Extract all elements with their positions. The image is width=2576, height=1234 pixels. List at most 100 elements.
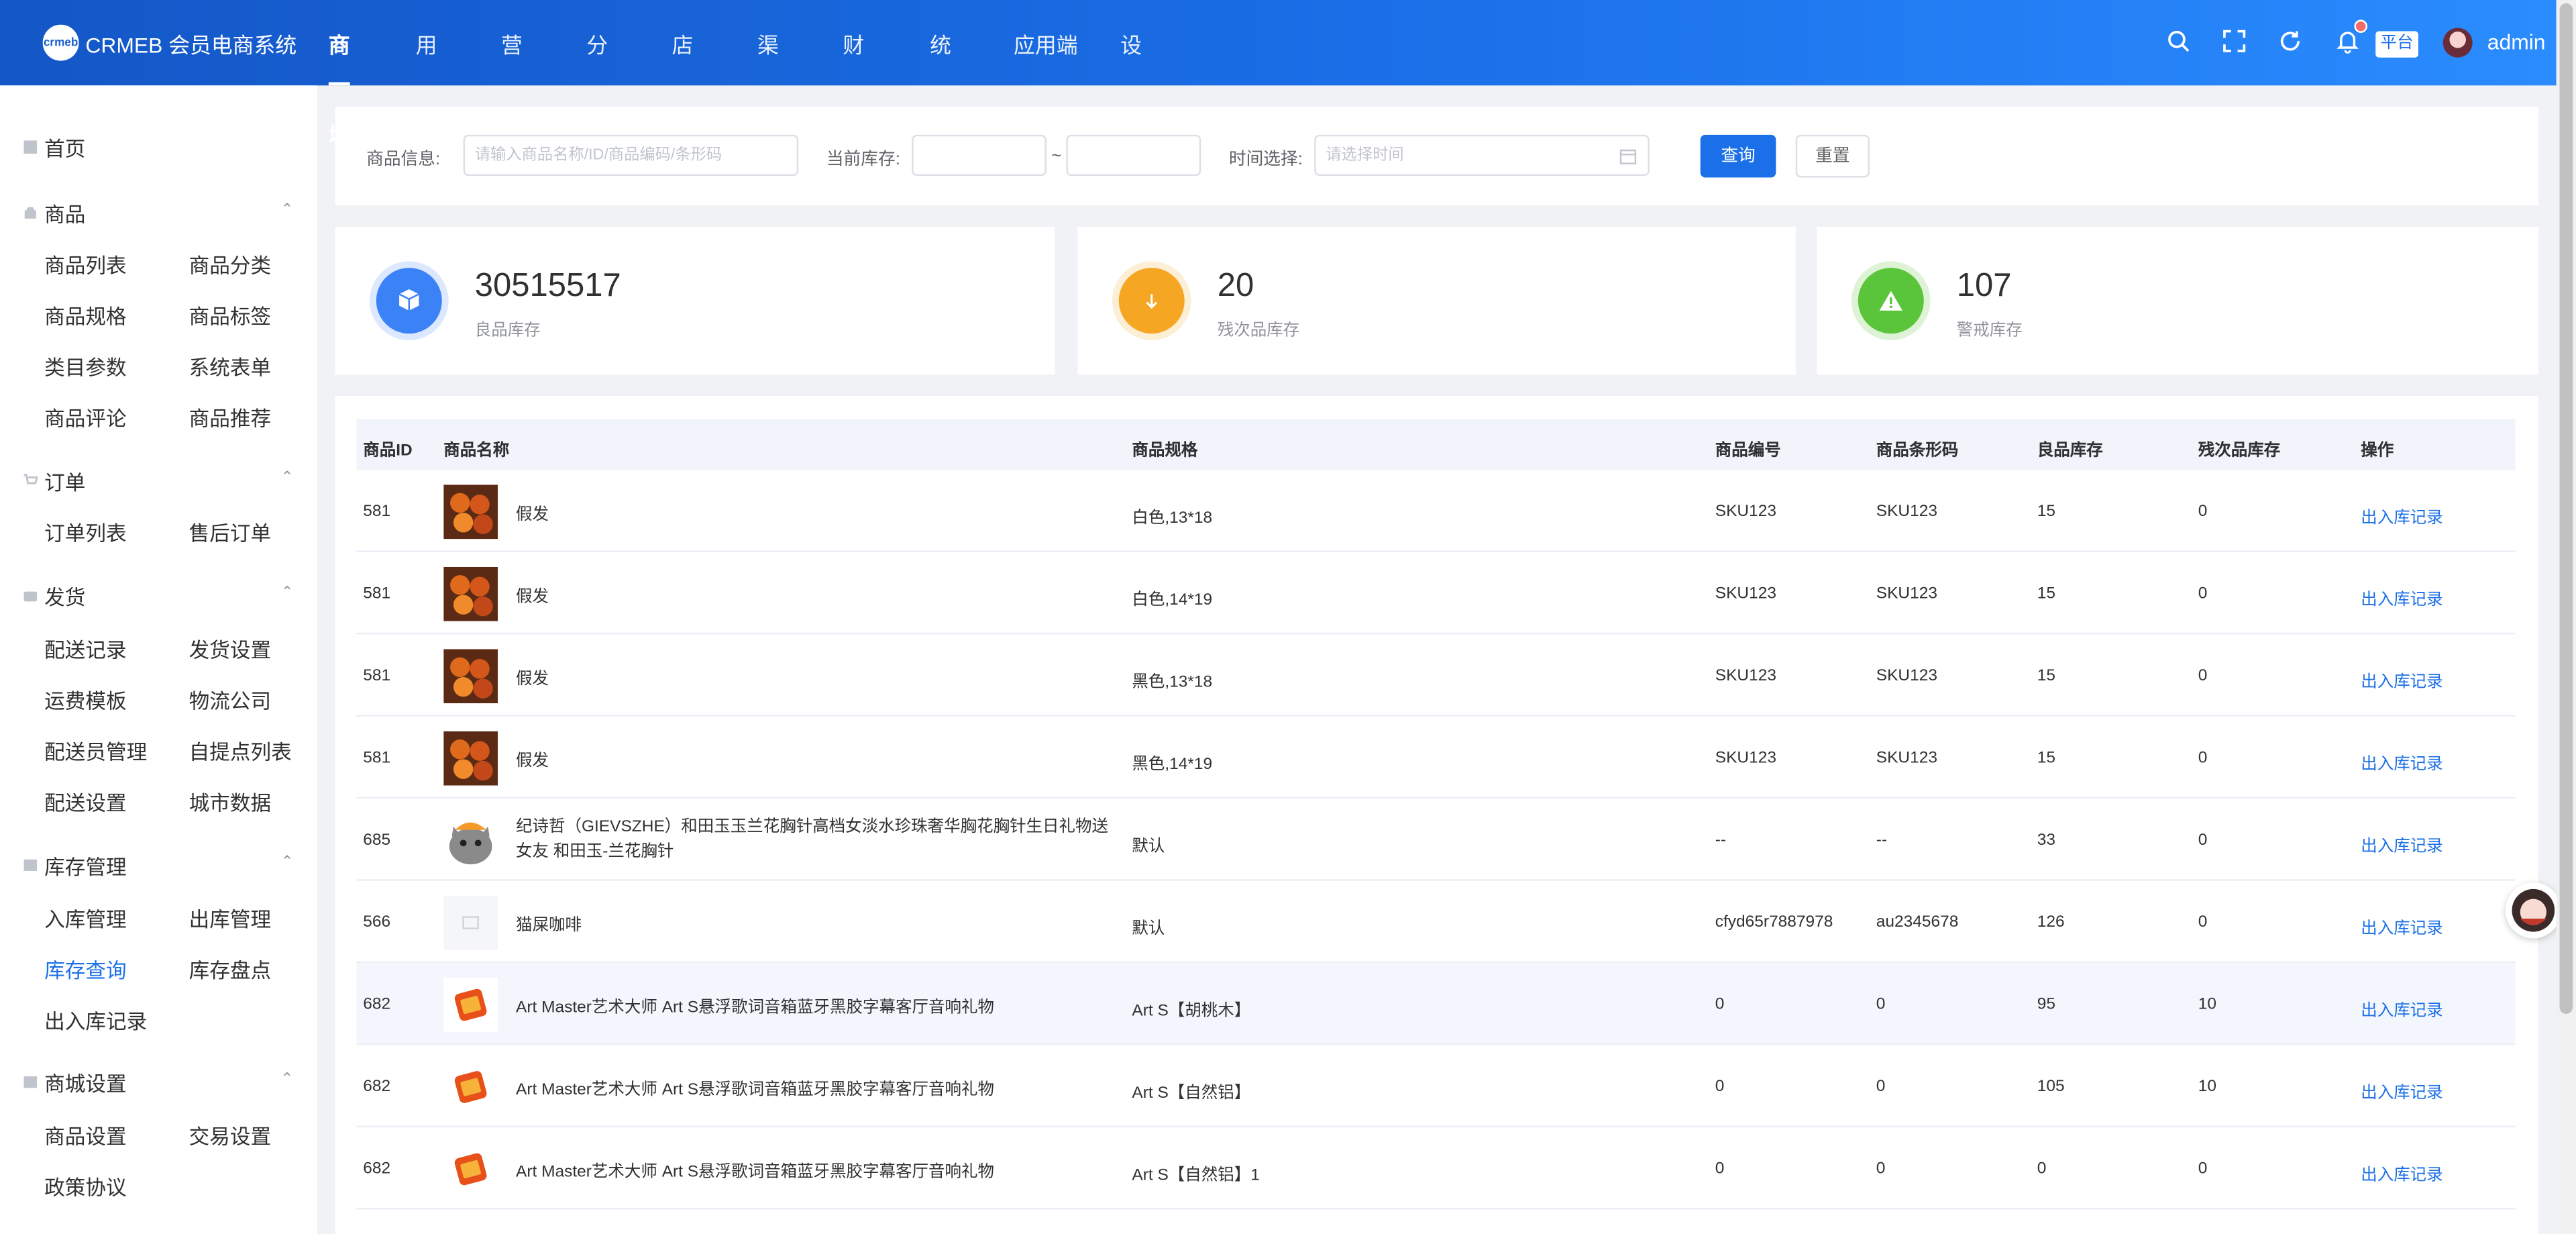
- query-button[interactable]: 查询: [1700, 134, 1776, 178]
- home-icon: [23, 140, 38, 154]
- search-icon[interactable]: [2165, 28, 2192, 54]
- stock-min-input[interactable]: [912, 134, 1047, 176]
- col-defect-stock: 残次品库存: [2198, 442, 2281, 460]
- sidebar-item-product-tag[interactable]: 商品标签: [189, 299, 271, 331]
- sidebar-item-aftersale[interactable]: 售后订单: [189, 516, 271, 548]
- nav-item-marketing[interactable]: 营销: [501, 0, 523, 148]
- sidebar-item-stock-in[interactable]: 入库管理: [44, 903, 126, 934]
- cell-id: 581: [363, 749, 391, 768]
- top-header: crmeb CRMEB 会员电商系统 商城 用户 营销 分销 店铺 渠道 财务 …: [0, 0, 2557, 148]
- sidebar-item-trade-settings[interactable]: 交易设置: [189, 1119, 271, 1151]
- product-search-input[interactable]: 请输入商品名称/ID/商品编码/条形码: [463, 134, 799, 176]
- chevron-up-icon[interactable]: ⌃: [281, 583, 293, 601]
- sidebar-item-product-settings[interactable]: 商品设置: [44, 1119, 126, 1151]
- product-thumbnail[interactable]: [443, 978, 498, 1032]
- sidebar-item-system-form[interactable]: 系统表单: [189, 350, 271, 382]
- avatar[interactable]: [2443, 28, 2473, 58]
- sidebar-item-courier-mgmt[interactable]: 配送员管理: [44, 735, 147, 766]
- col-name: 商品名称: [443, 442, 510, 460]
- stock-records-link[interactable]: 出入库记录: [2361, 1160, 2443, 1185]
- platform-tag[interactable]: 平台: [2375, 31, 2418, 58]
- stock-records-link[interactable]: 出入库记录: [2361, 667, 2443, 692]
- sidebar-group-inventory[interactable]: 库存管理: [23, 850, 127, 881]
- sidebar-group-mall-settings[interactable]: 商城设置: [23, 1066, 127, 1098]
- cell-id: 685: [363, 831, 391, 850]
- sidebar-item-home[interactable]: 首页: [23, 132, 85, 163]
- cell-name: 猫屎咖啡: [515, 917, 582, 935]
- cell-code: SKU123: [1715, 584, 1776, 603]
- reset-button[interactable]: 重置: [1795, 134, 1870, 178]
- scrollbar-thumb[interactable]: [2559, 3, 2573, 1015]
- product-thumbnail[interactable]: [443, 1142, 498, 1196]
- stock-records-link[interactable]: 出入库记录: [2361, 750, 2443, 774]
- sidebar-item-policy[interactable]: 政策协议: [44, 1170, 126, 1202]
- sidebar-item-stock-records[interactable]: 出入库记录: [44, 1004, 147, 1035]
- support-avatar[interactable]: [2505, 882, 2561, 939]
- product-thumbnail[interactable]: [443, 813, 498, 868]
- sidebar-item-stock-out[interactable]: 出库管理: [189, 903, 271, 934]
- sidebar-item-category-params[interactable]: 类目参数: [44, 350, 126, 382]
- logo-icon: crmeb: [42, 24, 79, 61]
- cell-spec: 白色,14*19: [1132, 591, 1213, 610]
- cell-spec: 黑色,13*18: [1132, 674, 1213, 692]
- sidebar-item-pickup-points[interactable]: 自提点列表: [189, 735, 292, 766]
- brand-logo[interactable]: crmeb CRMEB 会员电商系统: [42, 24, 297, 61]
- stock-records-link[interactable]: 出入库记录: [2361, 585, 2443, 610]
- chevron-up-icon[interactable]: ⌃: [281, 468, 293, 486]
- sidebar-item-delivery-settings[interactable]: 配送设置: [44, 786, 126, 817]
- cell-code: SKU123: [1715, 749, 1776, 768]
- stock-records-link[interactable]: 出入库记录: [2361, 996, 2443, 1021]
- cell-name: 纪诗哲（GIEVSZHE）和田玉玉兰花胸针高档女淡水珍珠奢华胸花胸针生日礼物送女…: [515, 818, 1109, 862]
- nav-item-distribution[interactable]: 分销: [586, 0, 608, 148]
- nav-item-channel[interactable]: 渠道: [757, 0, 779, 148]
- fullscreen-icon[interactable]: [2221, 28, 2247, 54]
- product-thumbnail[interactable]: [443, 731, 498, 786]
- stat-value: 107: [1956, 268, 2012, 305]
- sidebar-item-city-data[interactable]: 城市数据: [189, 786, 271, 817]
- nav-item-mall[interactable]: 商城: [328, 0, 350, 148]
- product-thumbnail[interactable]: [443, 566, 498, 621]
- product-thumbnail[interactable]: [443, 484, 498, 539]
- sidebar-group-shipping[interactable]: 发货: [23, 580, 85, 611]
- product-thumbnail[interactable]: [443, 649, 498, 704]
- sidebar-group-order[interactable]: 订单: [23, 465, 85, 497]
- stock-records-link[interactable]: 出入库记录: [2361, 914, 2443, 938]
- nav-item-store[interactable]: 店铺: [672, 0, 694, 148]
- sidebar-item-stock-query[interactable]: 库存查询: [44, 953, 126, 984]
- sidebar-item-logistics[interactable]: 物流公司: [189, 684, 271, 715]
- refresh-icon[interactable]: [2277, 28, 2303, 54]
- calendar-icon[interactable]: [1619, 148, 1637, 164]
- chevron-up-icon[interactable]: ⌃: [281, 201, 293, 219]
- sidebar-item-delivery-records[interactable]: 配送记录: [44, 633, 126, 664]
- stock-max-input[interactable]: [1066, 134, 1201, 176]
- sidebar-item-shipping-settings[interactable]: 发货设置: [189, 633, 271, 664]
- sidebar-item-product-list[interactable]: 商品列表: [44, 248, 126, 280]
- cell-barcode: 0: [1876, 1078, 1886, 1096]
- sidebar-item-stock-check[interactable]: 库存盘点: [189, 953, 271, 984]
- nav-item-finance[interactable]: 财务: [843, 0, 864, 148]
- sidebar-item-freight-template[interactable]: 运费模板: [44, 684, 126, 715]
- nav-item-apps[interactable]: 应用端: [1014, 0, 1078, 85]
- sidebar-group-product[interactable]: 商品: [23, 197, 85, 229]
- cell-barcode: SKU123: [1876, 749, 1937, 768]
- nav-item-stats[interactable]: 统计: [930, 0, 951, 148]
- cell-defect-stock: 0: [2198, 1160, 2208, 1178]
- cell-barcode: 0: [1876, 1160, 1886, 1178]
- product-thumbnail[interactable]: [443, 1060, 498, 1115]
- stock-records-link[interactable]: 出入库记录: [2361, 831, 2443, 856]
- chevron-up-icon[interactable]: ⌃: [281, 853, 293, 871]
- sidebar-item-product-recommend[interactable]: 商品推荐: [189, 401, 271, 433]
- cell-good-stock: 15: [2037, 503, 2056, 521]
- sidebar-item-product-category[interactable]: 商品分类: [189, 248, 271, 280]
- sidebar-item-order-list[interactable]: 订单列表: [44, 516, 126, 548]
- nav-item-users[interactable]: 用户: [416, 0, 437, 148]
- stock-records-link[interactable]: 出入库记录: [2361, 1078, 2443, 1102]
- chevron-up-icon[interactable]: ⌃: [281, 1070, 293, 1088]
- username[interactable]: admin: [2487, 30, 2546, 54]
- time-picker-input[interactable]: 请选择时间: [1314, 134, 1650, 176]
- nav-item-settings[interactable]: 设置: [1120, 0, 1142, 148]
- sidebar-item-product-spec[interactable]: 商品规格: [44, 299, 126, 331]
- stock-records-link[interactable]: 出入库记录: [2361, 503, 2443, 527]
- sidebar-item-product-review[interactable]: 商品评论: [44, 401, 126, 433]
- product-thumbnail[interactable]: [443, 895, 498, 950]
